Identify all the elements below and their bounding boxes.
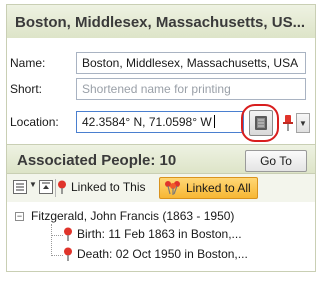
location-value: 42.3584° N, 71.0598° W: [82, 115, 212, 129]
tree-connector: [51, 224, 52, 256]
tree-connector: [51, 255, 63, 256]
location-label: Location:: [10, 115, 59, 129]
linked-to-this-label: Linked to This: [71, 180, 146, 194]
toolbar-separator: [55, 179, 56, 197]
name-field[interactable]: Boston, Middlesex, Massachusetts, USA: [76, 52, 306, 74]
associated-people-title: Associated People: 10: [17, 152, 177, 169]
pin-button[interactable]: [280, 113, 296, 133]
tree-connector: [51, 235, 63, 236]
short-name-field[interactable]: Shortened name for printing: [76, 78, 306, 100]
expand-dropdown-arrow-icon[interactable]: ▼: [29, 180, 37, 189]
tree-person-item[interactable]: Fitzgerald, John Francis (1863 - 1950): [31, 209, 234, 223]
tree-event-text: Birth: 11 Feb 1863 in Boston,...: [77, 227, 242, 241]
associated-people-tree: − Fitzgerald, John Francis (1863 - 1950)…: [6, 202, 316, 272]
associated-people-header: Associated People: 10 Go To: [6, 144, 316, 174]
expand-all-icon[interactable]: [13, 180, 27, 194]
tree-event-text: Death: 02 Oct 1950 in Boston,...: [77, 247, 248, 261]
tree-event-item[interactable]: Birth: 11 Feb 1863 in Boston,...: [63, 227, 242, 241]
place-title: Boston, Middlesex, Massachusetts, US...: [6, 4, 316, 38]
associated-toolbar: ▼ Linked to This Linked to All: [6, 174, 316, 202]
map-pin-icon: [58, 180, 66, 194]
linked-to-this-button[interactable]: Linked to This: [57, 180, 146, 194]
book-icon: [255, 116, 267, 130]
tree-collapse-icon[interactable]: −: [15, 212, 24, 221]
pushpin-icon: [283, 115, 293, 131]
multi-pin-icon: [165, 181, 180, 195]
short-label: Short:: [10, 82, 43, 96]
linked-to-all-button[interactable]: Linked to All: [159, 177, 258, 199]
text-caret: [213, 115, 215, 128]
name-label: Name:: [10, 56, 46, 70]
location-field[interactable]: 42.3584° N, 71.0598° W: [76, 111, 244, 133]
tree-event-item[interactable]: Death: 02 Oct 1950 in Boston,...: [63, 247, 248, 261]
map-pin-icon: [64, 227, 72, 241]
go-to-button[interactable]: Go To: [245, 150, 307, 172]
map-pin-icon: [64, 247, 72, 261]
pin-dropdown-button[interactable]: ▼: [296, 113, 310, 133]
collapse-all-icon[interactable]: [39, 180, 53, 194]
location-lookup-button[interactable]: [249, 110, 273, 136]
linked-to-all-label: Linked to All: [186, 181, 251, 195]
dropdown-arrow-icon: ▼: [299, 118, 307, 128]
